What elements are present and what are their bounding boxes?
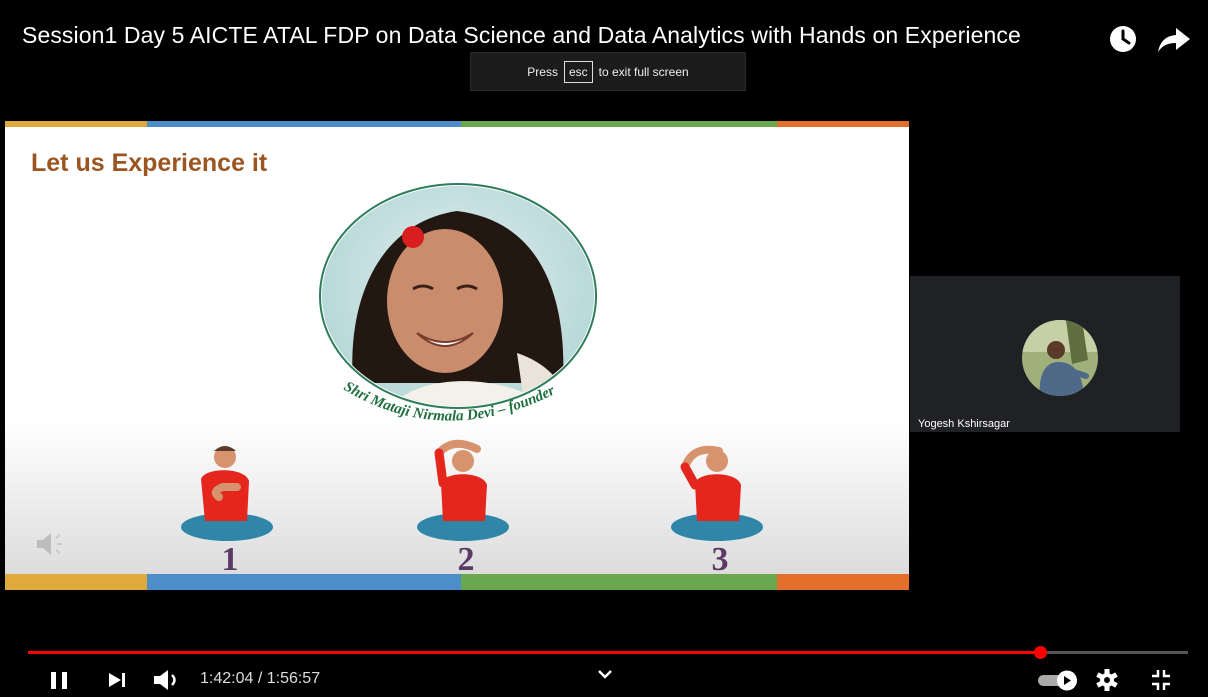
founder-caption: Shri Mataji Nirmala Devi – founder xyxy=(341,379,557,425)
progress-bar[interactable] xyxy=(28,646,1188,659)
pause-icon[interactable] xyxy=(48,666,72,694)
slide-top-strip xyxy=(5,121,909,127)
meditation-figure-1: 1 xyxy=(175,439,285,579)
video-title[interactable]: Session1 Day 5 AICTE ATAL FDP on Data Sc… xyxy=(22,22,1021,49)
meditation-figure-2: 2 xyxy=(411,439,521,579)
participant-name: Yogesh Kshirsagar xyxy=(918,418,1010,430)
participant-tile[interactable]: Yogesh Kshirsagar xyxy=(910,276,1180,432)
autoplay-toggle-icon[interactable] xyxy=(1036,666,1082,694)
step-number-3: 3 xyxy=(711,541,729,578)
share-icon[interactable] xyxy=(1156,24,1192,54)
presentation-slide: Let us Experience it Shri Mataji Nirmala… xyxy=(5,121,909,590)
step-number-1: 1 xyxy=(221,541,239,578)
exit-fullscreen-icon[interactable] xyxy=(1148,666,1174,694)
progress-scrubber[interactable] xyxy=(1034,646,1048,659)
next-icon[interactable] xyxy=(106,666,130,694)
volume-icon[interactable] xyxy=(152,666,186,694)
step-number-2: 2 xyxy=(457,541,475,578)
settings-gear-icon[interactable] xyxy=(1094,666,1120,694)
meditation-figure-3: 3 xyxy=(665,439,775,579)
progress-fill xyxy=(28,651,1041,654)
time-display: 1:42:04 / 1:56:57 xyxy=(200,670,321,687)
esc-key-label: esc xyxy=(563,60,593,83)
slide-heading: Let us Experience it xyxy=(31,149,268,177)
chevron-down-icon[interactable] xyxy=(596,668,614,682)
avatar xyxy=(1022,320,1098,396)
slide-audio-icon[interactable] xyxy=(33,529,73,559)
exit-fullscreen-toast: Press esc to exit full screen xyxy=(470,52,746,91)
clock-icon[interactable] xyxy=(1108,24,1138,54)
svg-text:Shri Mataji Nirmala Devi – fou: Shri Mataji Nirmala Devi – founder xyxy=(341,379,557,425)
toast-prefix: Press xyxy=(527,64,558,79)
toast-suffix: to exit full screen xyxy=(598,64,689,79)
